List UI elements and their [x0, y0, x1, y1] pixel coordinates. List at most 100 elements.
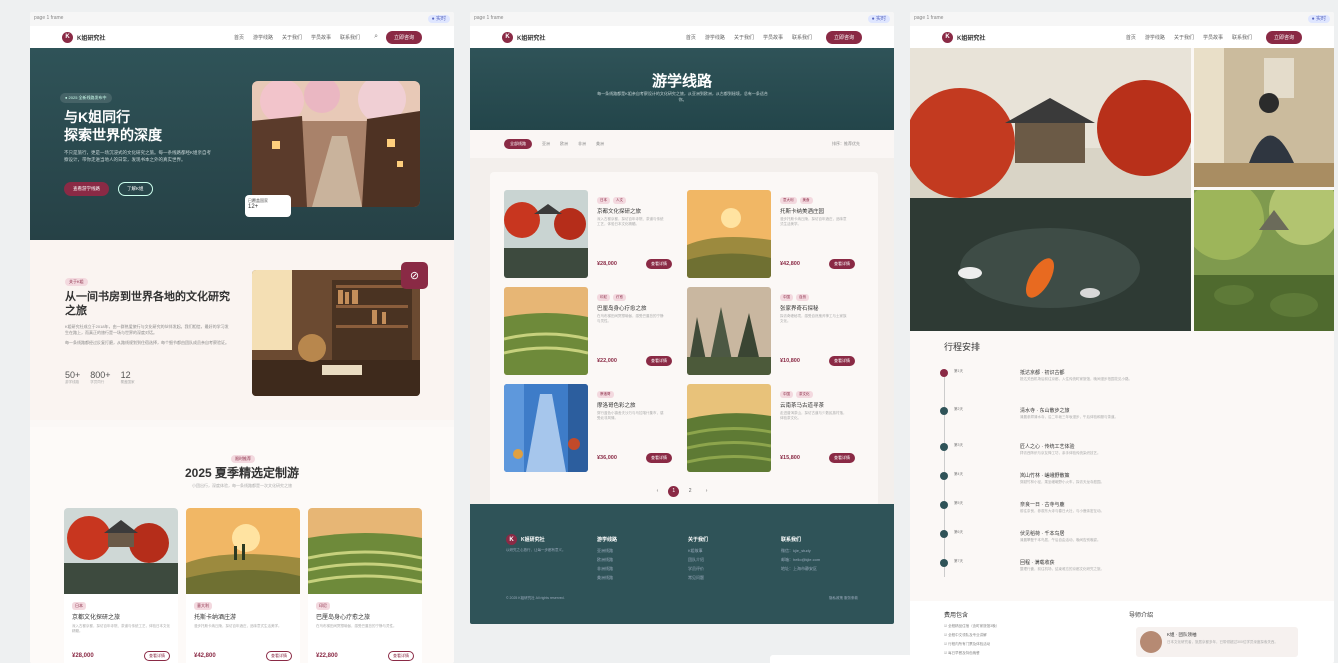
page-2[interactable]: 2: [685, 486, 696, 497]
nav-item-routes[interactable]: 游学线路: [705, 34, 725, 41]
filter-all[interactable]: 全部线路: [504, 139, 532, 149]
top-nav: K K姐研究社 首页 游学线路 关于我们 学员故事 联系我们 立即咨询: [910, 26, 1334, 48]
photo-gallery: [910, 48, 1334, 331]
browser-tab[interactable]: page 1 frame: [914, 15, 943, 23]
route-detail-button[interactable]: 查看详情: [829, 453, 855, 463]
card-image: [64, 508, 178, 594]
nav-item-routes[interactable]: 游学线路: [253, 34, 273, 41]
nav-menu: 首页 游学线路 关于我们 学员故事 联系我们: [1126, 34, 1252, 41]
itinerary-title: 行程安排: [944, 342, 981, 352]
route-card[interactable]: 摩洛哥 摩洛哥色彩之旅 穿行蓝色小镇舍夫沙万与马拉喀什集市，感受北非风情。 ¥3…: [504, 384, 672, 472]
nav-item-home[interactable]: 首页: [686, 34, 696, 41]
itinerary-step[interactable]: 第7天 回程 · 满载收获 整理行囊，前往机场，结束难忘的京都文化研究之旅。: [940, 557, 1300, 585]
itinerary-step[interactable]: 第6天 伏见稻荷 · 千本鸟居 清晨攀登千本鸟居，午后自由活动，晚间告别晚宴。: [940, 528, 1300, 556]
step-title: 岚山竹林 · 嵯峨野散策: [1020, 473, 1070, 479]
browser-tab[interactable]: page 1 frame: [34, 15, 63, 23]
footer-link[interactable]: 欧洲线路: [597, 557, 617, 563]
routes-page-panel: page 1 frame ● 实时 K K姐研究社 首页 游学线路 关于我们 学员…: [470, 12, 894, 624]
consult-button[interactable]: 立即咨询: [385, 30, 422, 44]
nav-item-routes[interactable]: 游学线路: [1145, 34, 1165, 41]
step-title: 伏见稻荷 · 千本鸟居: [1020, 531, 1065, 537]
itinerary-step[interactable]: 第5天 奈良一日 · 古寺与鹿 前往奈良，参观东大寺与春日大社，与小鹿亲密互动。: [940, 499, 1300, 527]
route-detail-button[interactable]: 查看详情: [646, 356, 672, 366]
nav-menu: 首页 游学线路 关于我们 学员故事 联系我们: [686, 34, 812, 41]
footer-brand[interactable]: K K姐研究社: [506, 534, 545, 545]
nav-item-home[interactable]: 首页: [234, 34, 244, 41]
footer-link[interactable]: 美洲线路: [597, 575, 617, 581]
footer-link[interactable]: 非洲线路: [597, 566, 617, 572]
page-prev[interactable]: ‹: [652, 486, 663, 497]
step-day: 第4天: [954, 472, 963, 476]
page-1[interactable]: 1: [668, 486, 680, 497]
route-detail-button[interactable]: 查看详情: [829, 356, 855, 366]
detail-page-panel: page 1 frame ● 实时 K K姐研究社 首页 游学线路 关于我们 学员…: [910, 12, 1334, 663]
consult-button[interactable]: 立即咨询: [1265, 30, 1302, 44]
sort-select[interactable]: 排序：推荐优先: [832, 141, 860, 147]
footer-link[interactable]: 常见问题: [688, 575, 708, 581]
route-card[interactable]: 中国 自然 张家界奇石探秘 探访奇峰秘境，感受自然鬼斧神工与土家族文化。 ¥10,…: [687, 287, 855, 375]
nav-item-about[interactable]: 关于我们: [1174, 34, 1194, 41]
step-desc: 清晨攀登千本鸟居，午后自由活动，晚间告别晚宴。: [1020, 538, 1101, 542]
filter-africa[interactable]: 非洲: [578, 141, 586, 147]
route-detail-button[interactable]: 查看详情: [829, 259, 855, 269]
step-day: 第7天: [954, 559, 963, 563]
itinerary-step[interactable]: 第2天 清水寺 · 东山散步之旅 清晨参拜清水寺，沿二年坂三年坂漫步，午后体验和…: [940, 405, 1300, 433]
guide-card[interactable]: K姐 · 团队领袖 日本文化研究者，旅居京都多年，已带领超过300位学员深度探索…: [1136, 627, 1298, 657]
timeline-dot: [940, 443, 948, 451]
brand-logo[interactable]: K K姐研究社: [62, 31, 105, 43]
card-detail-button[interactable]: 查看详情: [388, 651, 414, 661]
nav-item-contact[interactable]: 联系我们: [340, 34, 360, 41]
guide-title: 导师介绍: [1129, 613, 1154, 619]
view-routes-button[interactable]: 查看游学线路: [64, 182, 109, 196]
route-image: [504, 287, 588, 375]
footer-link[interactable]: 亚洲线路: [597, 548, 617, 554]
route-card[interactable]: 日本 人文 京都文化探研之旅 深入古都京都，探访百年寺院、茶道与传统工艺，体验日本…: [504, 190, 672, 278]
itinerary-step[interactable]: 第4天 岚山竹林 · 嵯峨野散策 穿越竹林小径，乘坐嵯峨野小火车，探访天龙寺庭园…: [940, 470, 1300, 498]
nav-item-contact[interactable]: 联系我们: [1232, 34, 1252, 41]
brand-logo[interactable]: K K姐研究社: [942, 31, 985, 43]
gallery-moss-image[interactable]: [1194, 190, 1334, 331]
filter-asia[interactable]: 亚洲: [542, 141, 550, 147]
itinerary-step[interactable]: 第1天 抵达京都 · 初识古都 抵达关西机场后前往京都，入住传统町家旅馆，晚间漫…: [940, 367, 1300, 395]
top-nav: K K姐研究社 首页 游学线路 关于我们 学员故事 联系我们 立即咨询: [470, 26, 894, 48]
footer-link[interactable]: K姐故事: [688, 548, 708, 554]
route-detail-button[interactable]: 查看详情: [646, 259, 672, 269]
route-card[interactable]: 印尼 疗愈 巴厘岛身心疗愈之旅 在乌布梯田间冥想瑜伽，感受巴厘岛的宁静与灵性。 ¥…: [504, 287, 672, 375]
nav-item-about[interactable]: 关于我们: [282, 34, 302, 41]
route-card[interactable]: 中国 茶文化 云南茶马古道寻茶 走进普洱茶山，探访古道与少数民族村落，体验茶文化。…: [687, 384, 855, 472]
footer-legal-links[interactable]: 隐私政策 服务条款: [829, 596, 858, 601]
nav-item-home[interactable]: 首页: [1126, 34, 1136, 41]
itinerary-step[interactable]: 第3天 匠人之心 · 传统工艺体验 拜访西阵织与京友禅工坊，亲手体验传统染织技艺…: [940, 441, 1300, 469]
summer-card-tuscany[interactable]: 意大利 托斯卡纳酒庄游 漫步托斯卡纳丘陵，探访百年酒庄，品味意式生活美学。 ¥4…: [186, 508, 300, 663]
summer-card-kyoto[interactable]: 日本 京都文化探研之旅 深入古都京都，探访百年寺院、茶道与传统工艺，体验日本文化…: [64, 508, 178, 663]
card-detail-button[interactable]: 查看详情: [144, 651, 170, 661]
brand-logo[interactable]: K K姐研究社: [502, 31, 545, 43]
nav-item-contact[interactable]: 联系我们: [792, 34, 812, 41]
filter-europe[interactable]: 欧洲: [560, 141, 568, 147]
gallery-tea-image[interactable]: [1194, 48, 1334, 187]
pagination: ‹ 1 2 ›: [470, 486, 894, 497]
page-next[interactable]: ›: [701, 486, 712, 497]
timeline-dot: [940, 530, 948, 538]
route-price: ¥28,000: [597, 261, 617, 267]
nav-item-stories[interactable]: 学员故事: [763, 34, 783, 41]
nav-item-about[interactable]: 关于我们: [734, 34, 754, 41]
about-k-button[interactable]: 了解K姐: [118, 182, 153, 196]
nav-item-stories[interactable]: 学员故事: [1203, 34, 1223, 41]
gallery-main-image[interactable]: [910, 48, 1191, 331]
footer-link[interactable]: 团队介绍: [688, 557, 708, 563]
browser-chrome: page 1 frame ● 实时: [30, 12, 454, 26]
route-detail-button[interactable]: 查看详情: [646, 453, 672, 463]
summer-card-bali[interactable]: 印尼 巴厘岛身心疗愈之旅 在乌布梯田间冥想瑜伽，感受巴厘岛的宁静与灵性。 ¥22…: [308, 508, 422, 663]
browser-tab[interactable]: page 1 frame: [474, 15, 503, 23]
consult-button[interactable]: 立即咨询: [825, 30, 862, 44]
search-icon[interactable]: ⌕: [374, 33, 378, 41]
step-day: 第2天: [954, 407, 963, 411]
compass-icon[interactable]: ⊘: [401, 262, 428, 289]
filter-america[interactable]: 美洲: [596, 141, 604, 147]
card-detail-button[interactable]: 查看详情: [266, 651, 292, 661]
nav-item-stories[interactable]: 学员故事: [311, 34, 331, 41]
footer-link[interactable]: 学员评价: [688, 566, 708, 572]
route-desc: 深入古都京都，探访百年寺院、茶道与传统工艺，体验日本文化精髓。: [597, 217, 664, 226]
route-card[interactable]: 意大利 美食 托斯卡纳美酒庄园 漫步托斯卡纳丘陵，探访百年酒庄，品味意式生活美学。…: [687, 190, 855, 278]
